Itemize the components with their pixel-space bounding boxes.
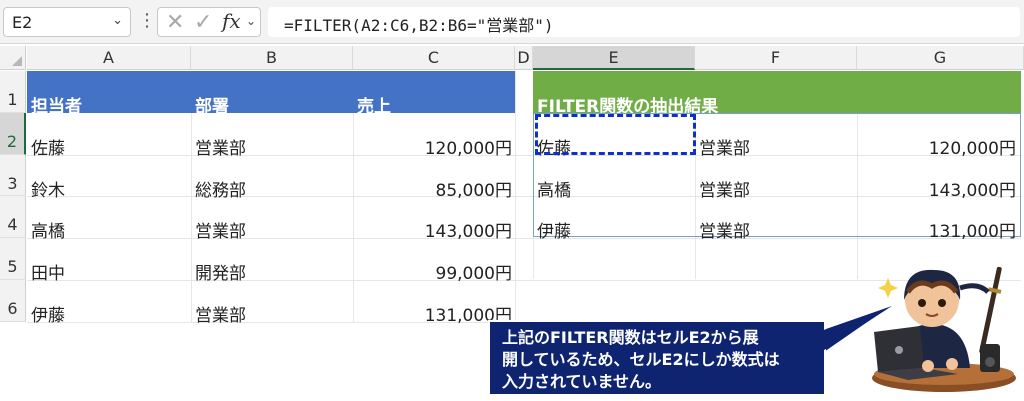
ninja-mascot-illustration xyxy=(872,266,1016,392)
